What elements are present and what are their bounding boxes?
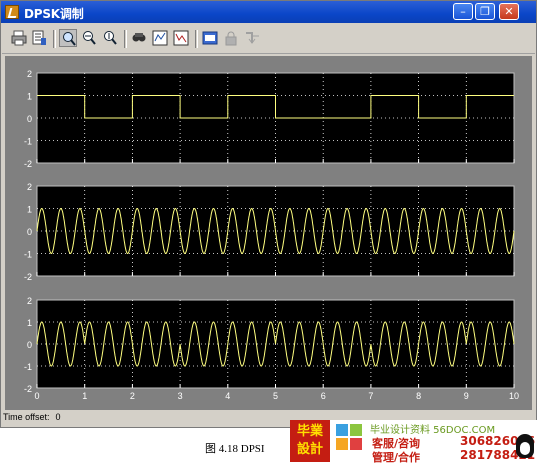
matlab-icon <box>5 5 19 19</box>
close-button[interactable]: ✕ <box>499 3 519 20</box>
y-tick-label: -1 <box>24 362 32 372</box>
x-tick-label: 10 <box>509 391 519 401</box>
x-tick-label: 5 <box>273 391 278 401</box>
time-offset-value: 0 <box>55 412 61 422</box>
zoom-x-button[interactable] <box>80 29 98 47</box>
parameters-button[interactable] <box>30 29 48 47</box>
autoscale-icon <box>132 33 146 42</box>
y-tick-label: 1 <box>27 318 32 328</box>
y-tick-label: -2 <box>24 384 32 394</box>
print-button[interactable] <box>10 29 28 47</box>
restore-axes-button[interactable] <box>172 29 190 47</box>
zoom-y-icon <box>104 31 117 45</box>
x-tick-label: 2 <box>130 391 135 401</box>
time-offset-label: Time offset: <box>3 412 50 422</box>
x-tick-label: 9 <box>464 391 469 401</box>
y-tick-label: 2 <box>27 296 32 306</box>
x-tick-label: 4 <box>225 391 230 401</box>
save-axes-button[interactable] <box>151 29 169 47</box>
save-axes-icon <box>152 30 168 46</box>
y-tick-label: 0 <box>27 114 32 124</box>
scope-plots: 210-1-2210-1-2210-1-20 1 2 3 4 5 6 7 8 9 10 <box>24 69 519 401</box>
floating-scope-button[interactable] <box>201 29 219 47</box>
print-icon <box>11 30 27 46</box>
x-tick-label: 0 <box>34 391 39 401</box>
watermark-banner: 毕業 設計 毕业设计资料 56DOC.COM 客服/咨询 管理/合作 306826… <box>290 420 539 464</box>
y-tick-label: -2 <box>24 272 32 282</box>
y-tick-label: 0 <box>27 340 32 350</box>
y-tick-label: -1 <box>24 137 32 147</box>
restore-axes-icon <box>173 30 189 46</box>
x-tick-label: 6 <box>321 391 326 401</box>
parameters-icon <box>32 30 46 45</box>
y-tick-label: -1 <box>24 250 32 260</box>
y-tick-label: 0 <box>27 227 32 237</box>
lock-axes-icon <box>225 31 237 46</box>
site-logo: 毕業 設計 <box>290 420 330 462</box>
toolbar <box>2 25 535 54</box>
puzzle-icon <box>336 424 362 450</box>
title-bar[interactable]: DPSK调制 – ❐ ✕ <box>1 1 536 23</box>
figure-caption: 图 4.18 DPSI <box>205 443 265 455</box>
x-tick-label: 3 <box>178 391 183 401</box>
restore-button[interactable]: ❐ <box>475 3 495 20</box>
lock-axes-button[interactable] <box>222 29 240 47</box>
zoom-y-button[interactable] <box>101 29 119 47</box>
qq-penguin-icon <box>516 434 534 458</box>
window-title: DPSK调制 <box>24 7 84 21</box>
y-tick-label: 2 <box>27 69 32 79</box>
floating-scope-icon <box>202 31 218 45</box>
signal-selection-button[interactable] <box>243 29 261 47</box>
x-tick-label: 8 <box>416 391 421 401</box>
scope-window: DPSK调制 – ❐ ✕ 2 1 0 -1 -2 2 1 0 -1 -2 2 1… <box>0 0 537 428</box>
status-bar: Time offset: 0 <box>3 412 67 422</box>
zoom-icon <box>63 32 76 46</box>
minimize-button[interactable]: – <box>453 3 473 20</box>
y-tick-label: 1 <box>27 92 32 102</box>
y-tick-label: 1 <box>27 205 32 215</box>
scope-display: 2 1 0 -1 -2 2 1 0 -1 -2 2 1 0 -1 -2 0 1 2 3 4 5 6 7 8 9 10 <box>5 56 532 410</box>
zoom-x-icon <box>83 31 96 45</box>
x-tick-label: 7 <box>368 391 373 401</box>
autoscale-button[interactable] <box>130 29 148 47</box>
zoom-button[interactable] <box>59 29 77 47</box>
y-tick-label: -2 <box>24 159 32 169</box>
signal-selection-icon <box>246 32 259 44</box>
x-tick-label: 1 <box>82 391 87 401</box>
y-tick-label: 2 <box>27 182 32 192</box>
